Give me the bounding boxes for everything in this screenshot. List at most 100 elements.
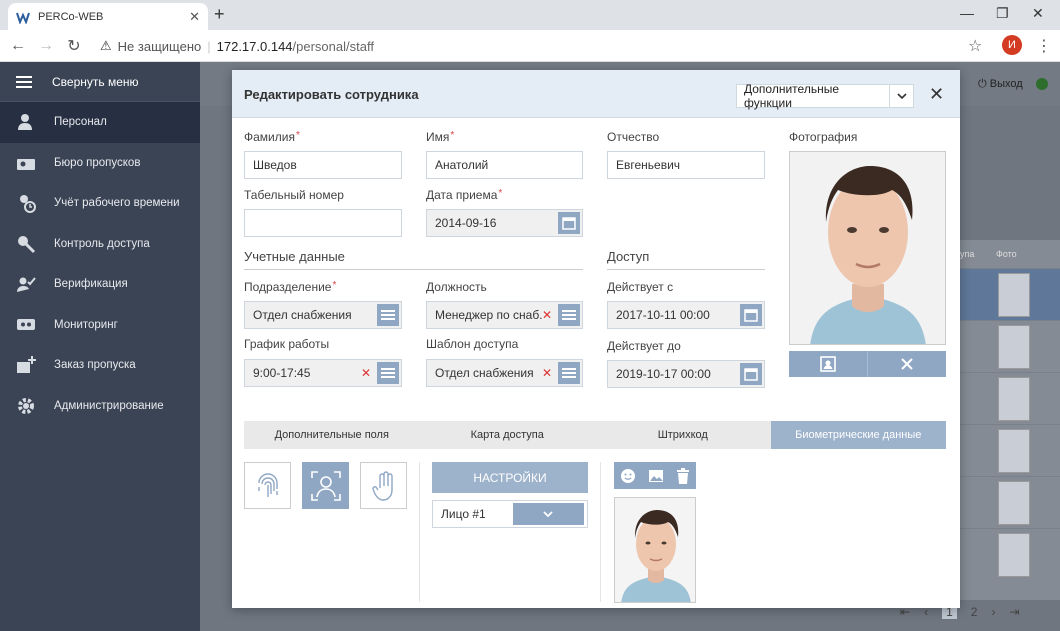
insecure-label: Не защищено (117, 38, 202, 54)
delete-photo-button[interactable] (867, 351, 946, 377)
tab-extra-fields[interactable]: Дополнительные поля (244, 421, 420, 449)
schedule-label: График работы (244, 337, 330, 351)
table-row[interactable] (958, 476, 1060, 528)
image-icon[interactable] (648, 469, 664, 483)
browser-menu-icon[interactable]: ⋮ (1036, 36, 1052, 56)
hand-icon (371, 470, 393, 501)
sidebar-item-order-pass[interactable]: Заказ пропуска (0, 345, 200, 386)
browser-tab[interactable]: PERCo-WEB ✕ (8, 3, 208, 30)
last-name-field[interactable]: Шведов (244, 151, 402, 179)
page-last-icon[interactable]: ⇥ (1009, 605, 1019, 619)
divider (419, 462, 420, 602)
face-template-select[interactable]: Лицо #1 (432, 500, 588, 528)
sidebar-item-label: Верификация (54, 278, 128, 291)
forward-icon[interactable]: → (32, 37, 60, 55)
list-icon[interactable] (558, 304, 580, 326)
access-section-title: Доступ (607, 249, 765, 270)
fingerprint-mode-button[interactable] (244, 462, 291, 509)
tab-close-icon[interactable]: ✕ (189, 9, 200, 25)
division-label: Подразделение* (244, 280, 337, 294)
sidebar-item-monitoring[interactable]: Мониторинг (0, 305, 200, 346)
close-icon (901, 358, 913, 370)
hamburger-icon (16, 75, 32, 88)
minimize-icon[interactable]: — (960, 5, 974, 21)
sidebar-item-pass-office[interactable]: Бюро пропусков (0, 143, 200, 184)
access-template-field[interactable]: Отдел снабжения ✕ (426, 359, 583, 387)
sidebar-item-time-tracking[interactable]: Учёт рабочего времени (0, 183, 200, 224)
collapse-menu-button[interactable]: Свернуть меню (0, 62, 200, 102)
monitor-icon (17, 318, 35, 330)
palm-mode-button[interactable] (360, 462, 407, 509)
calendar-icon[interactable] (740, 363, 762, 385)
sidebar-item-verification[interactable]: Верификация (0, 264, 200, 305)
first-name-field[interactable]: Анатолий (426, 151, 583, 179)
first-name-label: Имя* (426, 130, 455, 144)
list-icon[interactable] (377, 304, 399, 326)
valid-from-field[interactable]: 2017-10-11 00:00 (607, 301, 765, 329)
calendar-icon[interactable] (558, 212, 580, 234)
biometric-face-photo (614, 497, 696, 603)
calendar-icon[interactable] (740, 304, 762, 326)
sidebar-item-administration[interactable]: Администрирование (0, 386, 200, 427)
collapse-menu-label: Свернуть меню (52, 74, 139, 89)
list-icon[interactable] (558, 362, 580, 384)
close-icon[interactable]: ✕ (929, 84, 944, 105)
extra-functions-button[interactable]: Дополнительные функции (736, 82, 914, 110)
back-icon[interactable]: ← (4, 37, 32, 55)
page-next-icon[interactable]: › (991, 605, 995, 619)
tab-biometrics[interactable]: Биометрические данные (770, 421, 946, 449)
settings-button[interactable]: НАСТРОЙКИ (432, 462, 588, 493)
face-tools (614, 462, 696, 489)
schedule-field[interactable]: 9:00-17:45 ✕ (244, 359, 402, 387)
sidebar-item-access-control[interactable]: Контроль доступа (0, 224, 200, 265)
position-field[interactable]: Менеджер по снаб... ✕ (426, 301, 583, 329)
camera-face-icon[interactable] (620, 468, 636, 484)
photo-actions (789, 351, 946, 377)
chevron-down-icon[interactable] (512, 503, 584, 525)
restore-icon[interactable]: ❐ (996, 5, 1009, 22)
exit-link[interactable]: ⏻ Выход (978, 78, 1023, 91)
hire-date-field[interactable]: 2014-09-16 (426, 209, 583, 237)
tab-access-card[interactable]: Карта доступа (420, 421, 596, 449)
table-row[interactable] (958, 372, 1060, 424)
table-row[interactable] (958, 424, 1060, 476)
chevron-down-icon[interactable] (889, 85, 913, 107)
page-2[interactable]: 2 (971, 605, 978, 619)
address-bar[interactable]: ⚠ Не защищено | 172.17.0.144/personal/st… (100, 34, 990, 58)
divider (600, 462, 601, 602)
valid-to-field[interactable]: 2019-10-17 00:00 (607, 360, 765, 388)
column-header-photo: Фото (996, 249, 1017, 259)
tab-number-field[interactable] (244, 209, 402, 237)
hire-date-label: Дата приема* (426, 188, 503, 202)
valid-from-label: Действует с (607, 280, 674, 294)
face-mode-button[interactable] (302, 462, 349, 509)
division-field[interactable]: Отдел снабжения (244, 301, 402, 329)
verification-icon (17, 277, 36, 293)
credentials-section-title: Учетные данные (244, 249, 583, 270)
reload-icon[interactable]: ↻ (60, 36, 88, 56)
list-icon[interactable] (377, 362, 399, 384)
table-row[interactable] (958, 268, 1060, 320)
column-header-partial: упа (960, 249, 975, 259)
address-separator: | (207, 38, 211, 54)
staff-thumbnail (998, 376, 1030, 421)
sidebar-item-label: Администрирование (54, 399, 164, 412)
person-icon (18, 114, 32, 131)
take-photo-button[interactable] (789, 351, 867, 377)
position-label: Должность (426, 280, 487, 294)
clear-icon[interactable]: ✕ (361, 366, 371, 380)
profile-avatar[interactable]: И (1002, 35, 1022, 55)
table-row[interactable] (958, 320, 1060, 372)
tab-barcode[interactable]: Штрихкод (595, 421, 771, 449)
trash-icon[interactable] (676, 467, 690, 484)
bookmark-star-icon[interactable]: ☆ (968, 36, 982, 56)
clear-icon[interactable]: ✕ (542, 366, 552, 380)
new-tab-icon[interactable]: + (214, 4, 225, 25)
patronymic-field[interactable]: Евгеньевич (607, 151, 765, 179)
table-row[interactable] (958, 528, 1060, 580)
staff-thumbnail (998, 272, 1030, 317)
window-close-icon[interactable]: ✕ (1032, 5, 1044, 22)
sidebar-item-personnel[interactable]: Персонал (0, 102, 200, 143)
access-template-label: Шаблон доступа (426, 337, 519, 351)
clear-icon[interactable]: ✕ (542, 308, 552, 322)
